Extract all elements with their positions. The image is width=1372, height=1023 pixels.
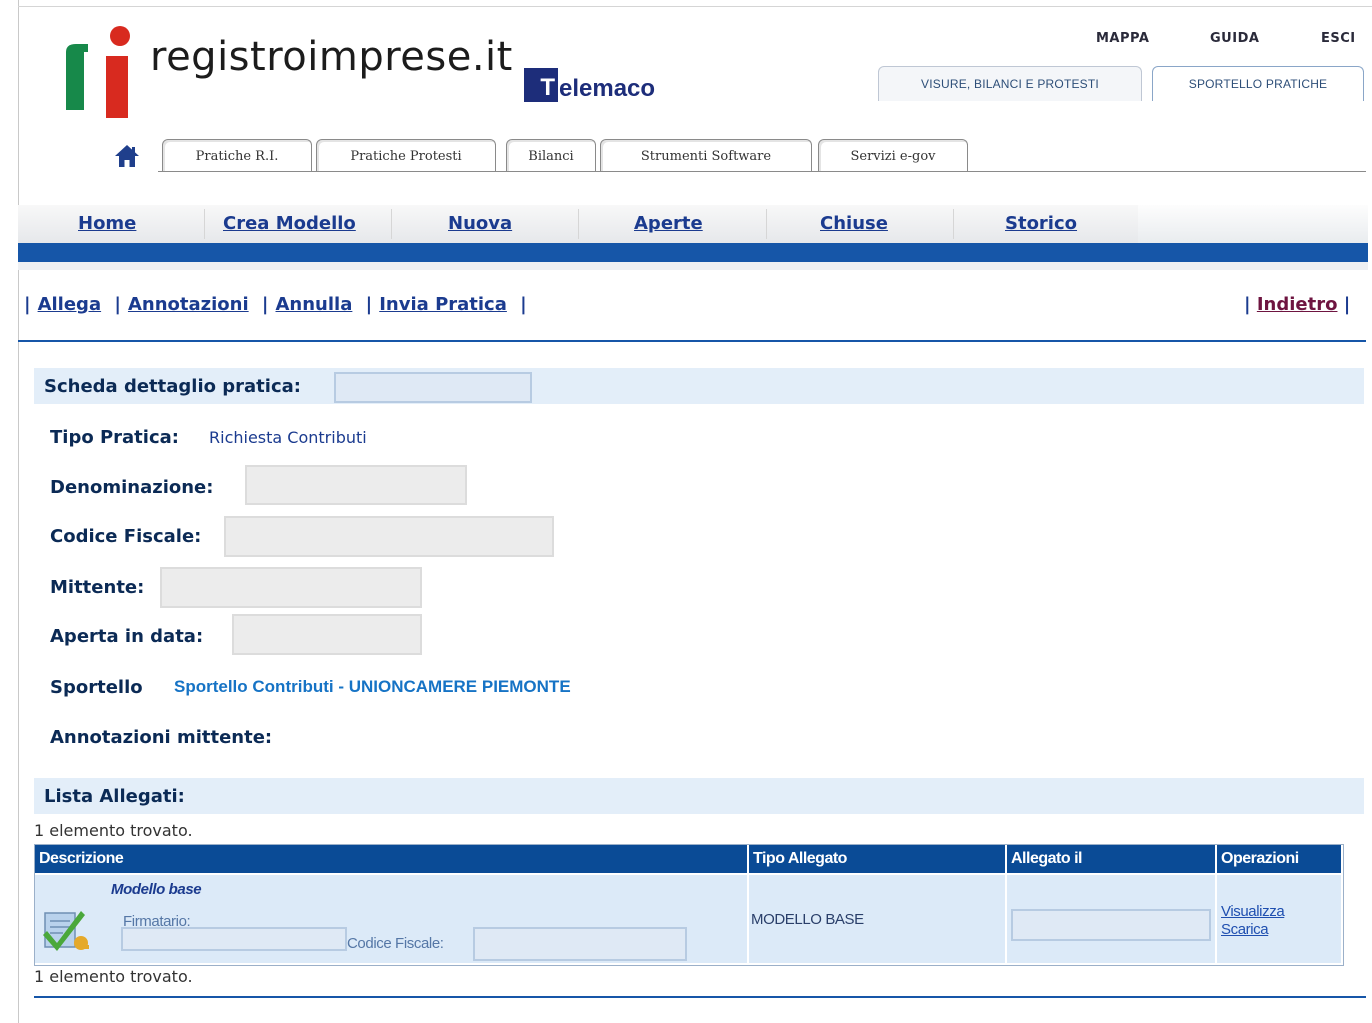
aperta-in-data-label: Aperta in data:	[50, 626, 204, 647]
allegato-tipo: MODELLO BASE	[751, 911, 864, 928]
tab-strumenti-software[interactable]: Strumenti Software	[600, 139, 812, 172]
result-count-bottom: 1 elemento trovato.	[34, 967, 193, 986]
visualizza-link[interactable]: Visualizza	[1221, 903, 1285, 920]
back-link-wrap: | Indietro |	[1244, 294, 1351, 315]
sportello-label: Sportello	[50, 677, 143, 698]
tab-sportello-pratiche[interactable]: SPORTELLO PRATICHE	[1152, 66, 1364, 101]
link-mappa[interactable]: MAPPA	[1096, 31, 1149, 46]
allegato-codice-fiscale-label: Codice Fiscale:	[347, 935, 444, 952]
allegato-codice-fiscale-field	[473, 927, 687, 961]
sportello-value: Sportello Contributi - UNIONCAMERE PIEMO…	[174, 677, 571, 696]
mittente-label: Mittente:	[50, 577, 145, 598]
col-header-tipo-allegato: Tipo Allegato	[749, 845, 1005, 873]
menu-aperte[interactable]: Aperte	[634, 213, 703, 234]
menu-crea-modello[interactable]: Crea Modello	[223, 213, 356, 234]
menu-chiuse[interactable]: Chiuse	[820, 213, 888, 234]
lista-allegati-title: Lista Allegati:	[44, 785, 185, 807]
tab-pratiche-protesti[interactable]: Pratiche Protesti	[316, 139, 496, 172]
scheda-title: Scheda dettaglio pratica:	[44, 375, 301, 397]
scheda-header: Scheda dettaglio pratica:	[34, 368, 1364, 404]
result-count-top: 1 elemento trovato.	[34, 821, 193, 840]
allegato-descrizione: Modello base	[111, 881, 202, 898]
telemaco-wordmark: elemaco	[559, 75, 656, 102]
tab-visure-bilanci-protesti[interactable]: VISURE, BILANCI E PROTESTI	[878, 66, 1142, 101]
annotazioni-mittente-label: Annotazioni mittente:	[50, 727, 273, 748]
menu-storico[interactable]: Storico	[1005, 213, 1077, 234]
allegati-table: Descrizione Tipo Allegato Allegato il Op…	[34, 844, 1344, 966]
col-header-allegato-il: Allegato il	[1007, 845, 1215, 873]
mittente-field	[160, 567, 422, 608]
lista-allegati-header: Lista Allegati:	[34, 778, 1364, 814]
pratica-code-field	[334, 372, 532, 403]
allegato-il-field	[1011, 909, 1211, 941]
main-menu-bar: Home Crea Modello Nuova Aperte Chiuse St…	[18, 205, 1368, 243]
col-header-operazioni: Operazioni	[1217, 845, 1341, 873]
link-guida[interactable]: GUIDA	[1210, 31, 1259, 46]
menu-blue-bar	[18, 243, 1368, 262]
page-frame-top	[18, 6, 1372, 7]
firmatario-field	[121, 927, 347, 951]
registroimprese-logo-icon	[66, 26, 130, 118]
home-icon[interactable]	[114, 144, 140, 168]
action-annulla[interactable]: Annulla	[276, 294, 353, 315]
action-links: | Allega | Annotazioni | Annulla | Invia Pra…	[24, 294, 527, 315]
action-invia-pratica[interactable]: Invia Pratica	[379, 294, 507, 315]
tipo-pratica-value: Richiesta Contributi	[209, 428, 367, 447]
action-allega[interactable]: Allega	[38, 294, 102, 315]
menu-grey-strip	[18, 262, 1368, 270]
denominazione-label: Denominazione:	[50, 477, 214, 498]
action-annotazioni[interactable]: Annotazioni	[128, 294, 249, 315]
codice-fiscale-label: Codice Fiscale:	[50, 526, 202, 547]
denominazione-field	[245, 465, 467, 505]
action-indietro[interactable]: Indietro	[1257, 294, 1338, 315]
menu-home[interactable]: Home	[78, 213, 136, 234]
telemaco-logo: T elemaco	[524, 68, 655, 102]
menu-nuova[interactable]: Nuova	[448, 213, 512, 234]
tab-bilanci[interactable]: Bilanci	[506, 139, 596, 172]
tipo-pratica-label: Tipo Pratica:	[50, 427, 179, 448]
col-header-descrizione: Descrizione	[35, 845, 747, 873]
panel-bottom-rule	[34, 996, 1366, 998]
brand-name: registroimprese.it	[150, 34, 513, 80]
section-tabs-baseline	[158, 171, 1366, 172]
codice-fiscale-field	[224, 516, 554, 557]
signed-document-icon	[43, 911, 89, 951]
scarica-link[interactable]: Scarica	[1221, 921, 1269, 938]
link-esci[interactable]: ESCI	[1321, 31, 1356, 46]
aperta-in-data-field	[232, 614, 422, 655]
tab-servizi-egov[interactable]: Servizi e-gov	[818, 139, 968, 172]
tab-pratiche-ri[interactable]: Pratiche R.I.	[162, 139, 312, 172]
telemaco-emblem-icon: T	[524, 68, 558, 102]
